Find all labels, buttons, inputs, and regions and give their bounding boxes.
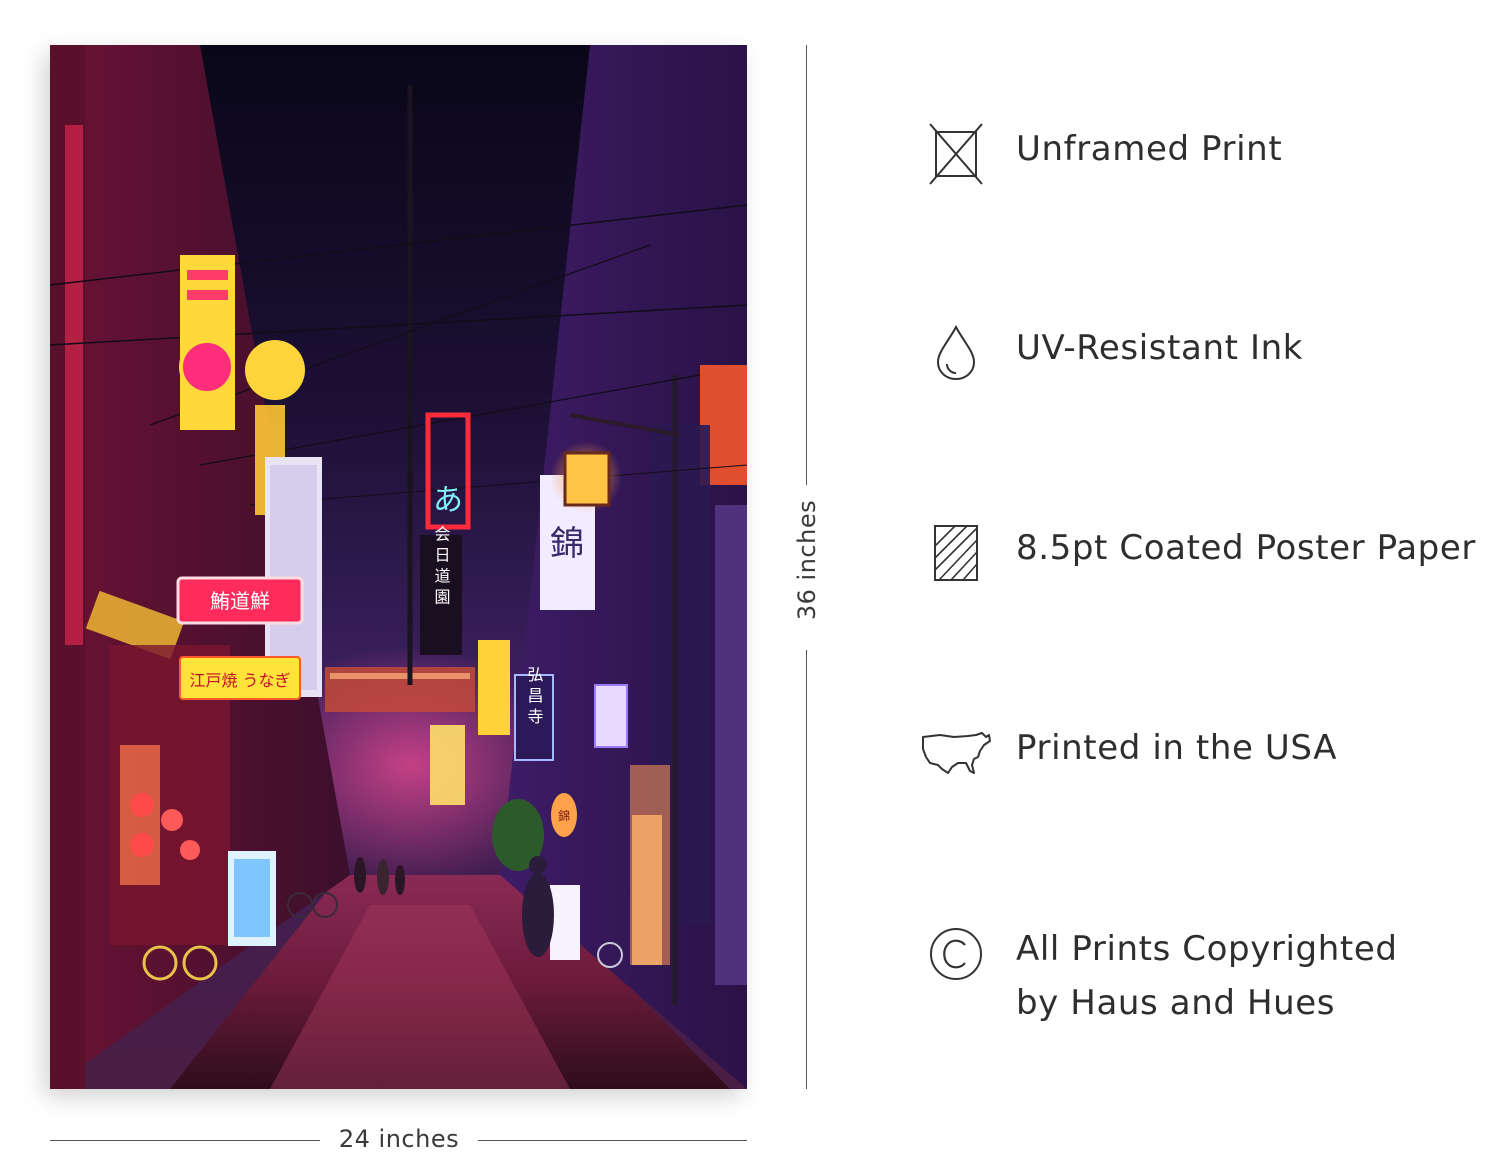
white-sign-text: 錦: [550, 524, 584, 564]
copyright-icon: [920, 922, 992, 986]
feature-printed-in-usa: Printed in the USA: [920, 721, 1500, 785]
red-sign-text: 鮪道鮮: [210, 589, 270, 613]
width-dimension-line-right: [478, 1140, 747, 1141]
usa-map-icon: [920, 721, 992, 785]
ink-drop-icon: [920, 321, 992, 385]
feature-coated-poster-paper: 8.5pt Coated Poster Paper: [920, 521, 1500, 585]
feature-label-line-2: by Haus and Hues: [1016, 983, 1336, 1023]
feature-copyright: All Prints Copyrighted by Haus and Hues: [920, 922, 1500, 1030]
lantern-text: 錦: [558, 808, 570, 823]
unframed-box-icon: [920, 122, 992, 186]
feature-label: Unframed Print: [1016, 129, 1283, 169]
yellow-sign-text: 江戸焼 うなぎ: [189, 671, 290, 690]
feature-label-line-1: All Prints Copyrighted: [1016, 929, 1398, 969]
height-dimension-label: 36 inches: [793, 499, 821, 621]
height-dimension-line-bottom: [806, 650, 807, 1089]
blue-center-sign-text: 弘 昌 寺: [525, 666, 544, 724]
feature-label: UV-Resistant Ink: [1016, 328, 1304, 368]
width-dimension-line-left: [50, 1140, 320, 1141]
paper-hatch-icon: [920, 521, 992, 585]
poster-image: 鮪道鮮 江戸焼 うなぎ あ 会 日 道 園 錦 弘 昌 寺 錦: [50, 45, 747, 1089]
feature-unframed-print: Unframed Print: [920, 122, 1500, 186]
width-dimension-label: 24 inches: [338, 1125, 460, 1152]
vertical-sign-text: 会 日 道 園: [432, 525, 451, 604]
neon-alley-illustration: 鮪道鮮 江戸焼 うなぎ あ 会 日 道 園 錦 弘 昌 寺 錦: [50, 45, 747, 1089]
feature-label: Printed in the USA: [1016, 728, 1338, 768]
feature-label: 8.5pt Coated Poster Paper: [1016, 528, 1476, 568]
blue-neon-text: あ: [433, 483, 463, 518]
height-dimension-line-top: [806, 45, 807, 485]
feature-uv-resistant-ink: UV-Resistant Ink: [920, 321, 1500, 385]
